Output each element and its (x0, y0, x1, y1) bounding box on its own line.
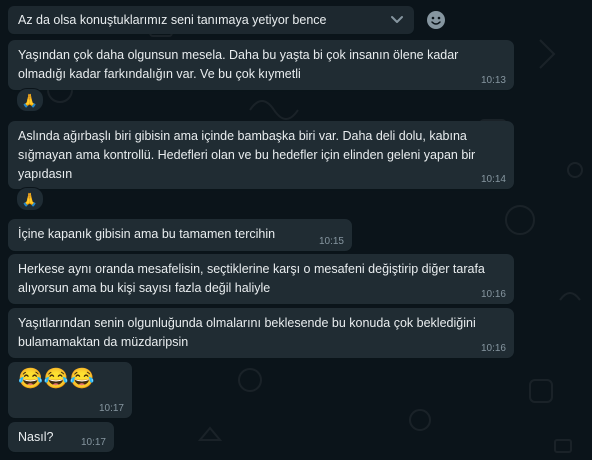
message-time: 10:17 (80, 437, 106, 448)
message-bubble[interactable]: 😂😂😂 10:17 (8, 362, 132, 418)
chevron-down-icon (391, 16, 403, 23)
emoji-picker-button[interactable] (426, 10, 446, 30)
folded-hands-icon: 🙏 (21, 191, 39, 207)
message-text: Yaşından çok daha olgunsun mesela. Daha … (18, 48, 459, 81)
quoted-message-text: Az da olsa konuştuklarımız seni tanımaya… (18, 13, 327, 27)
message-time: 10:13 (480, 75, 506, 86)
message-text: İçine kapanık gibisin ama bu tamamen ter… (18, 227, 276, 241)
smiley-icon (427, 11, 445, 29)
chat-panel: Az da olsa konuştuklarımız seni tanımaya… (0, 0, 592, 460)
quoted-message[interactable]: Az da olsa konuştuklarımız seni tanımaya… (8, 6, 414, 34)
message-menu-button[interactable] (386, 10, 408, 30)
message-text: Yaşıtlarından senin olgunluğunda olmalar… (18, 316, 476, 349)
message-time: 10:16 (480, 289, 506, 300)
message-bubble[interactable]: Yaşından çok daha olgunsun mesela. Daha … (8, 40, 514, 90)
folded-hands-icon: 🙏 (21, 92, 39, 108)
message-bubble[interactable]: Yaşıtlarından senin olgunluğunda olmalar… (8, 308, 514, 358)
message-bubble[interactable]: Aslında ağırbaşlı biri gibisin ama içind… (8, 121, 514, 189)
message-bubble[interactable]: Herkese aynı oranda mesafelisin, seçtikl… (8, 254, 514, 304)
message-time: 10:15 (318, 236, 344, 247)
message-bubble[interactable]: Nasıl? 10:17 (8, 422, 114, 452)
message-reaction[interactable]: 🙏 (16, 187, 44, 211)
message-bubble[interactable]: İçine kapanık gibisin ama bu tamamen ter… (8, 219, 352, 251)
message-time: 10:17 (98, 403, 124, 414)
message-reaction[interactable]: 🙏 (16, 88, 44, 112)
message-text: Aslında ağırbaşlı biri gibisin ama içind… (18, 129, 476, 181)
message-text: Herkese aynı oranda mesafelisin, seçtikl… (18, 262, 485, 295)
message-text: 😂😂😂 (18, 368, 96, 390)
message-time: 10:16 (480, 343, 506, 354)
message-time: 10:14 (480, 174, 506, 185)
